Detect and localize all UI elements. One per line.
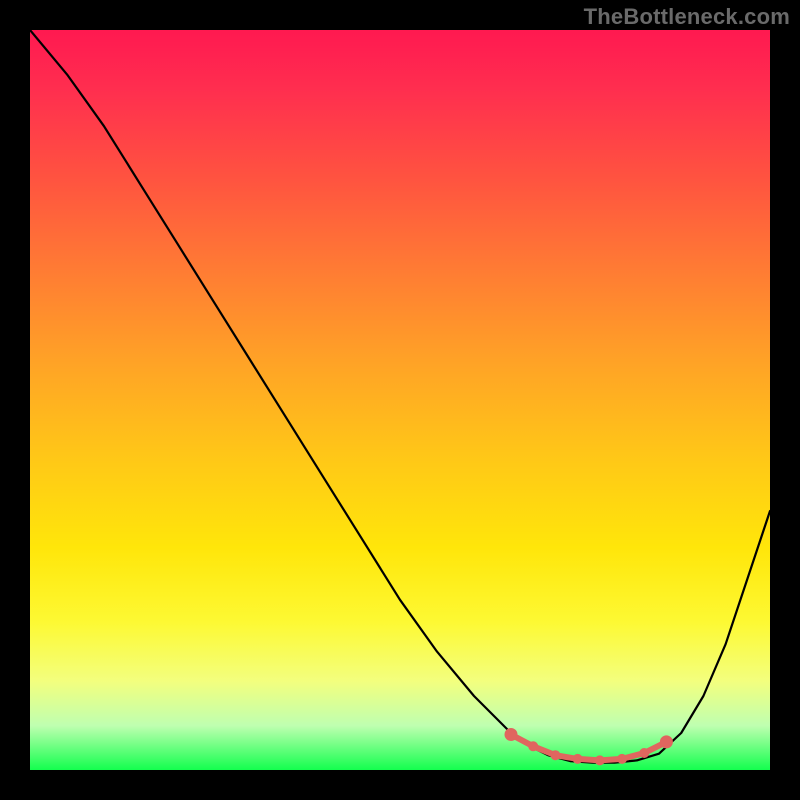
optimal-dot	[595, 756, 604, 765]
optimal-dot	[573, 754, 582, 763]
bottleneck-curve	[30, 30, 770, 763]
plot-area	[30, 30, 770, 770]
optimal-dot	[618, 754, 627, 763]
optimal-dot	[660, 736, 672, 748]
optimal-dot	[640, 749, 649, 758]
optimal-dot	[529, 742, 538, 751]
optimal-dot	[551, 751, 560, 760]
chart-frame: TheBottleneck.com	[0, 0, 800, 800]
chart-overlay	[30, 30, 770, 770]
optimal-dot	[505, 729, 517, 741]
attribution-text: TheBottleneck.com	[584, 4, 790, 30]
